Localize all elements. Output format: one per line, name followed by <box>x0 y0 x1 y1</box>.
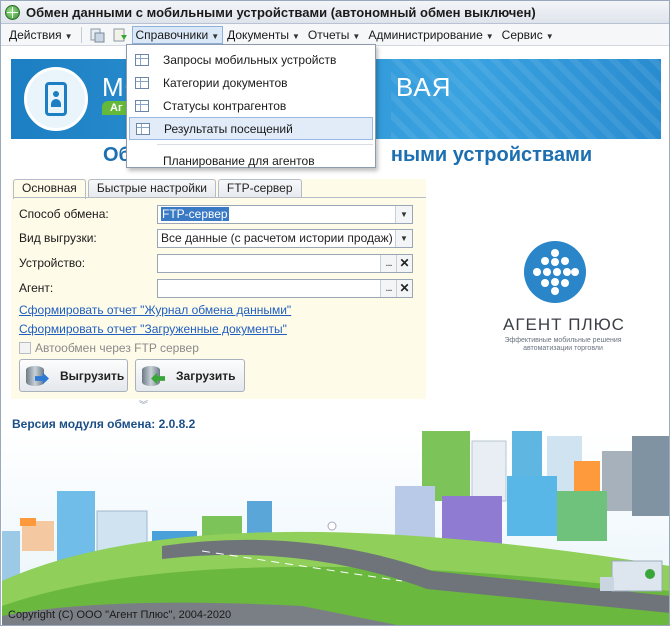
auto-exchange-checkbox[interactable] <box>19 342 31 354</box>
menu-references[interactable]: Справочники ▼ <box>131 25 224 44</box>
tab-strip: Основная Быстрые настройки FTP-сервер <box>13 179 304 199</box>
upload-button[interactable]: Выгрузить <box>19 359 128 392</box>
receive-icon[interactable] <box>112 27 129 43</box>
banner-title-end: ВАЯ <box>395 72 452 102</box>
chevron-down-icon: ▼ <box>291 31 300 41</box>
device-field[interactable]: ... ✕ <box>157 253 413 273</box>
device-label: Устройство: <box>19 256 86 270</box>
upload-button-label: Выгрузить <box>60 368 125 383</box>
menu-service-label: Сервис <box>501 27 543 42</box>
dropdown-item-contractor-statuses[interactable]: Статусы контрагентов <box>129 94 373 117</box>
chevron-down-icon: ▼ <box>352 31 361 41</box>
agent-plus-logo-icon <box>524 241 586 303</box>
brand-name: АГЕНТ ПЛЮС <box>503 315 625 334</box>
auto-exchange-label: Автообмен через FTP сервер <box>35 341 199 355</box>
exchange-method-select[interactable]: FTP-сервер ▼ <box>157 204 413 224</box>
menu-actions-label: Действия <box>9 27 62 42</box>
loaded-documents-link[interactable]: Сформировать отчет "Загруженные документ… <box>19 322 287 336</box>
exchange-method-label: Способ обмена: <box>19 207 109 221</box>
dropdown-item-label: Результаты посещений <box>164 121 293 136</box>
dropdown-item-agent-planning[interactable]: Планирование для агентов <box>129 149 373 172</box>
dropdown-item-label: Статусы контрагентов <box>163 98 287 113</box>
menu-documents-label: Документы <box>227 27 289 42</box>
exchange-form: Основная Быстрые настройки FTP-сервер Сп… <box>11 179 426 399</box>
dropdown-separator <box>157 144 373 145</box>
phone-icon <box>45 82 67 116</box>
mobile-logo-icon <box>24 67 88 131</box>
export-type-row: Вид выгрузки: Все данные (с расчетом ист… <box>19 228 413 248</box>
chevron-down-icon: ▼ <box>545 31 554 41</box>
window-title: Обмен данными с мобильными устройствами … <box>26 4 536 20</box>
download-button-label: Загрузить <box>176 368 236 383</box>
city-illustration <box>2 431 669 625</box>
chevron-down-icon[interactable]: ▼ <box>395 205 412 223</box>
journal-report-link[interactable]: Сформировать отчет "Журнал обмена данным… <box>19 303 291 317</box>
export-type-value: Все данные (с расчетом истории продаж) <box>161 231 393 245</box>
download-button[interactable]: Загрузить <box>135 359 245 392</box>
exchange-method-value: FTP-сервер <box>161 207 229 221</box>
tab-divider <box>13 197 426 198</box>
dropdown-item-label: Запросы мобильных устройств <box>163 52 337 67</box>
select-icon[interactable]: ... <box>380 254 396 272</box>
main-window: Обмен данными с мобильными устройствами … <box>0 0 670 626</box>
brand-tagline: Эффективные мобильные решения автоматиза… <box>504 337 622 352</box>
tab-ftp-server[interactable]: FTP-сервер <box>217 179 302 198</box>
database-upload-icon <box>24 363 50 389</box>
heading-right: ными устройствами <box>390 144 593 166</box>
dropdown-item-visit-results[interactable]: Результаты посещений <box>129 117 373 140</box>
dropdown-item-label: Планирование для агентов <box>163 153 315 168</box>
catalog-icon <box>135 99 149 112</box>
agent-row: Агент: ... ✕ <box>19 278 413 298</box>
menu-reports-label: Отчеты <box>307 27 350 42</box>
select-icon[interactable]: ... <box>380 279 396 297</box>
menu-administration[interactable]: Администрирование ▼ <box>364 26 497 44</box>
agent-field[interactable]: ... ✕ <box>157 278 413 298</box>
module-version: Версия модуля обмена: 2.0.8.2 <box>12 417 196 431</box>
menu-documents[interactable]: Документы ▼ <box>223 26 304 44</box>
export-type-select[interactable]: Все данные (с расчетом истории продаж) ▼ <box>157 228 413 248</box>
dropdown-item-mobile-requests[interactable]: Запросы мобильных устройств <box>129 48 373 71</box>
auto-exchange-row: Автообмен через FTP сервер <box>19 341 199 355</box>
menu-reports[interactable]: Отчеты ▼ <box>304 26 364 44</box>
export-type-label: Вид выгрузки: <box>19 231 97 245</box>
dropdown-item-document-categories[interactable]: Категории документов <box>129 71 373 94</box>
copyright: Copyright (C) ООО "Агент Плюс", 2004-202… <box>8 609 232 621</box>
tab-main[interactable]: Основная <box>13 179 86 199</box>
catalog-icon <box>136 122 150 135</box>
exchange-method-row: Способ обмена: FTP-сервер ▼ <box>19 204 413 224</box>
database-download-icon <box>140 363 166 389</box>
chevron-down-icon[interactable]: ▼ <box>395 229 412 247</box>
tab-quick-settings[interactable]: Быстрые настройки <box>87 179 216 198</box>
menu-service[interactable]: Сервис ▼ <box>498 26 558 44</box>
dropdown-item-label: Категории документов <box>163 75 288 90</box>
catalog-icon <box>135 76 149 89</box>
references-dropdown: Запросы мобильных устройств Категории до… <box>126 44 376 168</box>
menu-administration-label: Администрирование <box>368 27 483 42</box>
menu-references-label: Справочники <box>135 27 209 42</box>
app-icon <box>5 4 20 20</box>
catalog-icon <box>135 53 149 66</box>
menu-actions[interactable]: Действия ▼ <box>5 26 77 44</box>
send-icon[interactable] <box>89 27 106 43</box>
chevron-down-icon: ▼ <box>485 31 494 41</box>
clear-icon[interactable]: ✕ <box>396 254 412 272</box>
toolbar-separator <box>80 26 82 43</box>
collapse-chevron-icon[interactable]: ︾ <box>139 398 148 411</box>
agent-label: Агент: <box>19 281 54 295</box>
chevron-down-icon: ▼ <box>211 31 220 41</box>
chevron-down-icon: ▼ <box>64 31 73 41</box>
clear-icon[interactable]: ✕ <box>396 279 412 297</box>
device-row: Устройство: ... ✕ <box>19 253 413 273</box>
title-bar: Обмен данными с мобильными устройствами … <box>1 1 669 24</box>
menu-bar: Действия ▼ Справочники ▼ Документы ▼ Отчеты… <box>1 24 669 46</box>
